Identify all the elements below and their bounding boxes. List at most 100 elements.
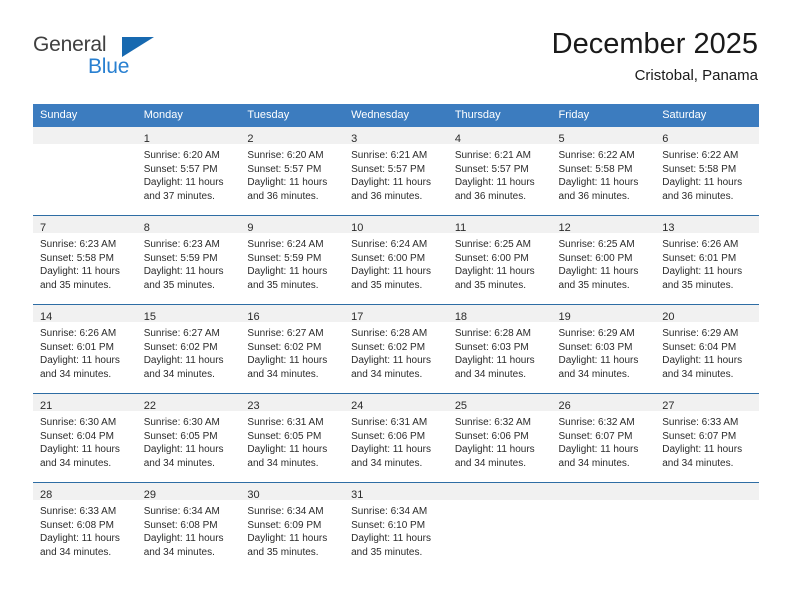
calendar-day-cell[interactable]: 8 Sunrise: 6:23 AM Sunset: 5:59 PM Daylight… xyxy=(136,215,241,305)
day-detail-line: Sunrise: 6:29 AM xyxy=(662,328,739,339)
calendar-day-cell[interactable]: 26 Sunrise: 6:32 AM Sunset: 6:07 PM Dayligh… xyxy=(551,393,656,483)
day-number-band: 18 xyxy=(447,305,552,323)
calendar-day-cell[interactable]: 6 Sunrise: 6:22 AM Sunset: 5:58 PM Daylight… xyxy=(655,127,759,216)
day-detail-line: and 34 minutes. xyxy=(247,368,319,380)
day-detail-line: Daylight: 11 hours xyxy=(247,444,328,455)
day-number: 24 xyxy=(351,400,364,412)
day-detail-line: Sunset: 6:04 PM xyxy=(662,341,737,353)
calendar-day-cell[interactable]: 24 Sunrise: 6:31 AM Sunset: 6:06 PM Dayligh… xyxy=(344,393,448,483)
day-details: Sunrise: 6:22 AM Sunset: 5:58 PM Daylight:… xyxy=(552,144,656,203)
day-number: 25 xyxy=(454,400,468,412)
calendar-day-cell[interactable]: 5 Sunrise: 6:22 AM Sunset: 5:58 PM Daylight… xyxy=(551,127,656,216)
calendar-day-cell[interactable]: 7 Sunrise: 6:23 AM Sunset: 5:58 PM Daylight… xyxy=(33,215,137,305)
day-details: Sunrise: 6:20 AM Sunset: 5:57 PM Daylight:… xyxy=(137,144,241,203)
calendar-day-cell[interactable]: 29 Sunrise: 6:34 AM Sunset: 6:08 PM Dayligh… xyxy=(136,482,241,571)
day-detail-line: Daylight: 11 hours xyxy=(143,266,224,277)
page-subtitle: Cristobal, Panama xyxy=(634,67,758,84)
day-number: 21 xyxy=(40,400,53,412)
day-detail-line: Sunset: 5:57 PM xyxy=(351,163,426,175)
day-detail-line: and 35 minutes. xyxy=(351,546,423,558)
calendar-day-cell[interactable]: 18 Sunrise: 6:28 AM Sunset: 6:03 PM Dayligh… xyxy=(447,304,552,394)
calendar-day-cell[interactable]: 10 Sunrise: 6:24 AM Sunset: 6:00 PM Dayligh… xyxy=(344,215,448,305)
calendar-day-cell[interactable]: 27 Sunrise: 6:33 AM Sunset: 6:07 PM Dayligh… xyxy=(655,393,759,483)
day-number-band: 31 xyxy=(344,483,448,501)
day-number-band: 11 xyxy=(447,216,552,234)
calendar-day-cell[interactable]: 13 Sunrise: 6:26 AM Sunset: 6:01 PM Dayligh… xyxy=(655,215,759,305)
day-detail-line: Sunset: 6:06 PM xyxy=(351,430,426,442)
weekday-header-monday: Monday xyxy=(136,104,241,127)
day-number-band: 15 xyxy=(136,305,241,323)
calendar-week-row: 14 Sunrise: 6:26 AM Sunset: 6:01 PM Dayligh… xyxy=(33,304,759,394)
day-number-band: 30 xyxy=(240,483,345,501)
calendar-day-cell[interactable]: 4 Sunrise: 6:21 AM Sunset: 5:57 PM Daylight… xyxy=(447,127,552,216)
day-number: 15 xyxy=(143,311,156,323)
day-detail-line: and 35 minutes. xyxy=(143,279,215,291)
day-number-band xyxy=(33,127,137,144)
calendar-day-cell[interactable]: 15 Sunrise: 6:27 AM Sunset: 6:02 PM Dayligh… xyxy=(136,304,241,394)
calendar-day-cell[interactable]: 19 Sunrise: 6:29 AM Sunset: 6:03 PM Dayligh… xyxy=(551,304,656,394)
logo-text-general: General xyxy=(33,33,107,56)
calendar-day-cell[interactable]: 1 Sunrise: 6:20 AM Sunset: 5:57 PM Daylight… xyxy=(136,127,241,216)
logo-triangle-icon xyxy=(122,37,154,57)
weekday-header-thursday: Thursday xyxy=(447,104,552,127)
day-detail-line: Sunset: 5:57 PM xyxy=(454,163,529,175)
calendar-day-cell[interactable]: 21 Sunrise: 6:30 AM Sunset: 6:04 PM Dayligh… xyxy=(33,393,137,483)
day-details: Sunrise: 6:31 AM Sunset: 6:05 PM Daylight:… xyxy=(240,411,344,470)
weekday-header-sunday: Sunday xyxy=(33,104,137,127)
day-number-band: 5 xyxy=(551,127,656,145)
calendar-day-cell[interactable]: 31 Sunrise: 6:34 AM Sunset: 6:10 PM Dayligh… xyxy=(344,482,448,571)
day-detail-line: Daylight: 11 hours xyxy=(558,177,639,188)
calendar-day-cell[interactable]: 30 Sunrise: 6:34 AM Sunset: 6:09 PM Dayligh… xyxy=(240,482,345,571)
calendar-day-cell[interactable]: 3 Sunrise: 6:21 AM Sunset: 5:57 PM Daylight… xyxy=(344,127,448,216)
day-detail-line: and 35 minutes. xyxy=(558,279,630,291)
day-detail-line: Daylight: 11 hours xyxy=(143,355,224,366)
day-detail-line: Sunset: 5:57 PM xyxy=(143,163,218,175)
general-blue-logo: General Blue xyxy=(33,33,193,85)
day-detail-line: and 36 minutes. xyxy=(247,190,319,202)
day-detail-line: and 34 minutes. xyxy=(351,457,423,469)
calendar-day-cell[interactable]: 12 Sunrise: 6:25 AM Sunset: 6:00 PM Dayligh… xyxy=(551,215,656,305)
weekday-header-wednesday: Wednesday xyxy=(344,104,448,127)
day-detail-line: Daylight: 11 hours xyxy=(143,444,224,455)
day-detail-line: Sunrise: 6:24 AM xyxy=(247,239,324,250)
calendar-day-cell[interactable]: 23 Sunrise: 6:31 AM Sunset: 6:05 PM Dayligh… xyxy=(240,393,345,483)
calendar-day-cell[interactable]: 2 Sunrise: 6:20 AM Sunset: 5:57 PM Daylight… xyxy=(240,127,345,216)
day-number: 19 xyxy=(558,311,571,323)
calendar-day-cell[interactable]: 20 Sunrise: 6:29 AM Sunset: 6:04 PM Dayligh… xyxy=(655,304,759,394)
calendar-week-row: 28 Sunrise: 6:33 AM Sunset: 6:08 PM Dayligh… xyxy=(33,482,759,571)
day-details: Sunrise: 6:25 AM Sunset: 6:00 PM Daylight:… xyxy=(552,233,656,292)
day-number: 4 xyxy=(454,133,461,145)
calendar-week-row: 1 Sunrise: 6:20 AM Sunset: 5:57 PM Daylight… xyxy=(33,127,759,216)
day-detail-line: Sunrise: 6:29 AM xyxy=(558,328,635,339)
day-detail-line: Sunset: 6:01 PM xyxy=(662,252,737,264)
day-detail-line: Sunrise: 6:23 AM xyxy=(143,239,220,250)
day-number-band xyxy=(551,483,656,500)
day-detail-line: Daylight: 11 hours xyxy=(143,533,224,544)
calendar-day-cell[interactable]: 14 Sunrise: 6:26 AM Sunset: 6:01 PM Dayligh… xyxy=(33,304,137,394)
day-number: 28 xyxy=(40,489,53,501)
day-detail-line: Sunrise: 6:28 AM xyxy=(454,328,531,339)
calendar-day-cell[interactable]: 9 Sunrise: 6:24 AM Sunset: 5:59 PM Daylight… xyxy=(240,215,345,305)
calendar-day-cell[interactable]: 17 Sunrise: 6:28 AM Sunset: 6:02 PM Dayligh… xyxy=(344,304,448,394)
calendar-day-cell[interactable]: 28 Sunrise: 6:33 AM Sunset: 6:08 PM Dayligh… xyxy=(33,482,137,571)
day-detail-line: Sunset: 5:58 PM xyxy=(662,163,737,175)
calendar-day-cell[interactable]: 25 Sunrise: 6:32 AM Sunset: 6:06 PM Dayligh… xyxy=(447,393,552,483)
title-block: December 2025 Cristobal, Panama xyxy=(552,27,758,86)
day-detail-line: Sunrise: 6:34 AM xyxy=(247,506,324,517)
day-detail-line: Sunset: 6:07 PM xyxy=(662,430,737,442)
day-number-band: 7 xyxy=(33,216,137,234)
day-detail-line: Daylight: 11 hours xyxy=(351,177,431,188)
day-detail-line: Sunset: 5:57 PM xyxy=(247,163,322,175)
day-detail-line: Sunrise: 6:33 AM xyxy=(40,506,117,517)
day-details: Sunrise: 6:27 AM Sunset: 6:02 PM Daylight:… xyxy=(240,322,344,381)
day-detail-line: Daylight: 11 hours xyxy=(351,266,431,277)
calendar-day-cell[interactable]: 11 Sunrise: 6:25 AM Sunset: 6:00 PM Dayligh… xyxy=(447,215,552,305)
calendar-day-cell[interactable]: 16 Sunrise: 6:27 AM Sunset: 6:02 PM Dayligh… xyxy=(240,304,345,394)
day-detail-line: Sunrise: 6:33 AM xyxy=(662,417,739,428)
day-number-band: 14 xyxy=(33,305,137,323)
day-number-band: 28 xyxy=(33,483,137,501)
day-number-band: 20 xyxy=(655,305,759,323)
day-number-band: 26 xyxy=(551,394,656,412)
calendar-day-cell[interactable]: 22 Sunrise: 6:30 AM Sunset: 6:05 PM Dayligh… xyxy=(136,393,241,483)
day-number-band: 27 xyxy=(655,394,759,412)
